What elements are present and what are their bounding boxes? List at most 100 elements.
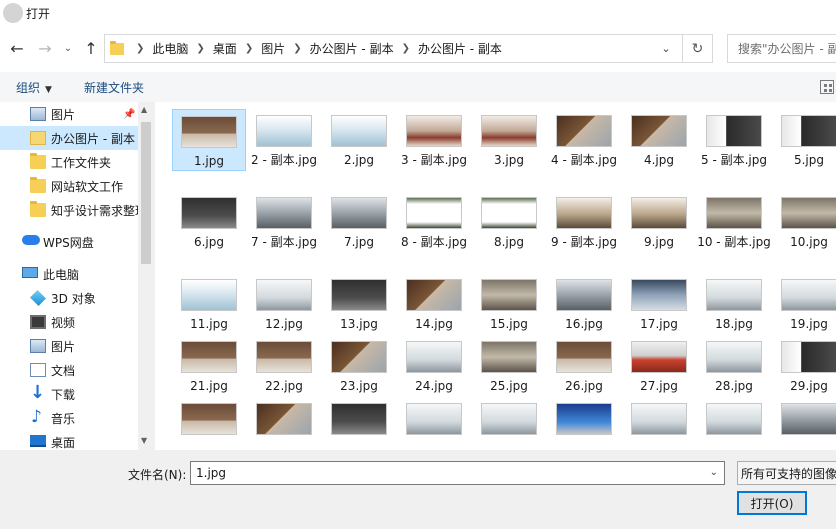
file-item[interactable]: 2.jpg: [322, 109, 396, 169]
file-name: 15.jpg: [490, 317, 528, 331]
file-type-select[interactable]: 所有可支持的图像: [737, 461, 836, 485]
file-item[interactable]: 8 - 副本.jpg: [397, 191, 471, 251]
back-arrow-icon[interactable]: ←: [6, 32, 28, 64]
file-name: 22.jpg: [265, 379, 303, 393]
image-thumbnail: [631, 197, 687, 229]
file-item[interactable]: 24.jpg: [397, 335, 471, 395]
sidebar-item[interactable]: 文档: [0, 358, 138, 382]
file-item[interactable]: 9.jpg: [622, 191, 696, 251]
sidebar-item[interactable]: 办公图片 - 副本: [0, 126, 138, 150]
breadcrumb-item[interactable]: 此电脑: [152, 40, 188, 57]
file-item[interactable]: 14.jpg: [397, 273, 471, 333]
file-item[interactable]: 2 - 副本.jpg: [247, 109, 321, 169]
sidebar-scrollbar-thumb[interactable]: [141, 122, 151, 264]
file-item[interactable]: [172, 397, 246, 435]
view-options-icon[interactable]: [820, 80, 834, 94]
forward-arrow-icon[interactable]: →: [34, 32, 56, 64]
file-item[interactable]: 3 - 副本.jpg: [397, 109, 471, 169]
file-item[interactable]: 7 - 副本.jpg: [247, 191, 321, 251]
image-thumbnail: [781, 403, 836, 435]
file-name: 10 - 副本.jpg: [697, 235, 771, 249]
recent-locations-chevron-icon[interactable]: ⌄: [61, 32, 75, 64]
file-item[interactable]: 4.jpg: [622, 109, 696, 169]
file-item[interactable]: 10.jpg: [772, 191, 836, 251]
image-thumbnail: [256, 197, 312, 229]
image-thumbnail: [706, 115, 762, 147]
breadcrumb-item[interactable]: 办公图片 - 副本: [310, 40, 394, 57]
file-item[interactable]: 18.jpg: [697, 273, 771, 333]
folder-icon: [110, 40, 124, 55]
file-item[interactable]: 3.jpg: [472, 109, 546, 169]
organize-menu-button[interactable]: 组织 ▼: [16, 79, 52, 96]
filename-input[interactable]: 1.jpg ⌄: [190, 461, 725, 485]
file-item[interactable]: [622, 397, 696, 435]
file-item[interactable]: 4 - 副本.jpg: [547, 109, 621, 169]
file-item[interactable]: [772, 397, 836, 435]
sidebar-item[interactable]: 工作文件夹: [0, 150, 138, 174]
file-item[interactable]: [247, 397, 321, 435]
scroll-down-arrow-icon[interactable]: ▼: [141, 436, 147, 445]
sidebar-item[interactable]: 视频: [0, 310, 138, 334]
sidebar-item[interactable]: 桌面: [0, 430, 138, 450]
chevron-down-icon[interactable]: ⌄: [710, 467, 718, 478]
file-name: 8.jpg: [493, 235, 525, 249]
up-arrow-icon[interactable]: ↑: [80, 32, 102, 64]
open-button[interactable]: 打开(O): [737, 491, 807, 515]
sidebar-item[interactable]: WPS网盘: [0, 230, 138, 254]
sidebar-item[interactable]: 下载: [0, 382, 138, 406]
file-item[interactable]: 17.jpg: [622, 273, 696, 333]
file-item[interactable]: 7.jpg: [322, 191, 396, 251]
file-item[interactable]: [472, 397, 546, 435]
folder-icon: [30, 177, 46, 193]
search-input[interactable]: 搜索"办公图片 - 副本": [727, 34, 836, 63]
new-folder-button[interactable]: 新建文件夹: [84, 79, 144, 96]
sidebar-item[interactable]: 图片 📌: [0, 102, 138, 126]
file-item[interactable]: [547, 397, 621, 435]
file-item[interactable]: 5 - 副本.jpg: [697, 109, 771, 169]
sidebar-item[interactable]: 此电脑: [0, 262, 138, 286]
file-item[interactable]: 19.jpg: [772, 273, 836, 333]
file-item[interactable]: 21.jpg: [172, 335, 246, 395]
image-thumbnail: [706, 279, 762, 311]
file-item[interactable]: 27.jpg: [622, 335, 696, 395]
file-item[interactable]: 6.jpg: [172, 191, 246, 251]
file-item[interactable]: [697, 397, 771, 435]
file-item[interactable]: 29.jpg: [772, 335, 836, 395]
file-item[interactable]: 23.jpg: [322, 335, 396, 395]
sidebar-item[interactable]: 网站软文工作: [0, 174, 138, 198]
file-item[interactable]: 11.jpg: [172, 273, 246, 333]
refresh-icon[interactable]: ↻: [683, 34, 713, 63]
sidebar-item[interactable]: 3D 对象: [0, 286, 138, 310]
file-item[interactable]: 12.jpg: [247, 273, 321, 333]
file-item[interactable]: 8.jpg: [472, 191, 546, 251]
address-bar[interactable]: ❯ 此电脑 ❯ 桌面 ❯ 图片 ❯ 办公图片 - 副本 ❯ 办公图片 - 副本 …: [104, 34, 683, 63]
sidebar-item[interactable]: 知乎设计需求整理: [0, 198, 138, 222]
file-item[interactable]: 15.jpg: [472, 273, 546, 333]
scroll-up-arrow-icon[interactable]: ▲: [141, 105, 147, 114]
breadcrumb-item[interactable]: 办公图片 - 副本: [418, 40, 502, 57]
music-icon: [30, 407, 46, 427]
file-item[interactable]: 16.jpg: [547, 273, 621, 333]
image-thumbnail: [556, 115, 612, 147]
image-thumbnail: [631, 403, 687, 435]
sidebar-item[interactable]: 音乐: [0, 406, 138, 430]
file-item[interactable]: 25.jpg: [472, 335, 546, 395]
pin-icon[interactable]: 📌: [123, 109, 135, 120]
breadcrumb-item[interactable]: 桌面: [213, 40, 237, 57]
breadcrumb-item[interactable]: 图片: [261, 40, 285, 57]
file-item[interactable]: [397, 397, 471, 435]
file-item[interactable]: 22.jpg: [247, 335, 321, 395]
sidebar-item[interactable]: 图片: [0, 334, 138, 358]
file-item[interactable]: 13.jpg: [322, 273, 396, 333]
video-icon: [30, 315, 46, 329]
file-item[interactable]: 1.jpg: [172, 109, 246, 171]
file-item[interactable]: 28.jpg: [697, 335, 771, 395]
file-item[interactable]: [322, 397, 396, 435]
file-item[interactable]: 26.jpg: [547, 335, 621, 395]
sidebar-item-label: 下载: [51, 388, 76, 402]
file-item[interactable]: 10 - 副本.jpg: [697, 191, 771, 251]
image-thumbnail: [181, 279, 237, 311]
file-item[interactable]: 9 - 副本.jpg: [547, 191, 621, 251]
chevron-down-icon[interactable]: ⌄: [654, 35, 678, 62]
file-item[interactable]: 5.jpg: [772, 109, 836, 169]
